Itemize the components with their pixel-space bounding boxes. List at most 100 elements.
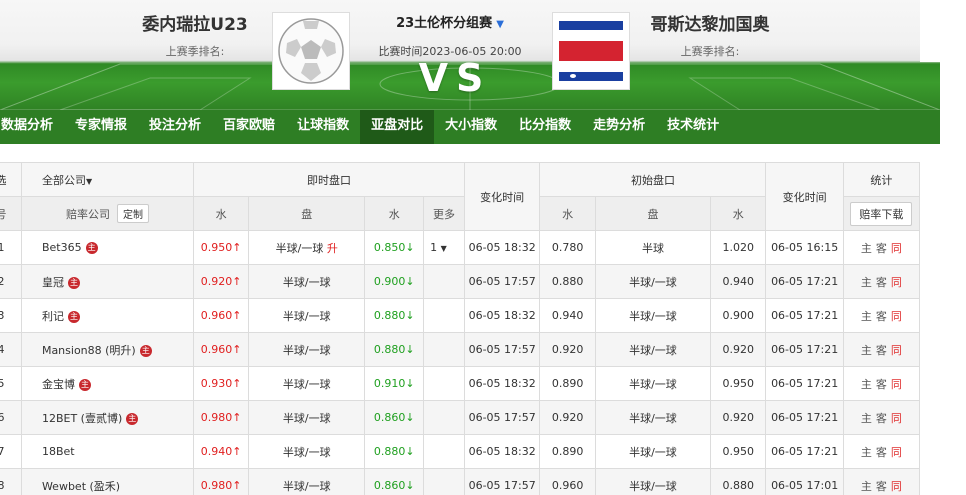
stat-home-link[interactable]: 主 [861, 242, 872, 255]
tab-over-under[interactable]: 大小指数 [434, 110, 508, 144]
company-cell[interactable]: 12BET (壹贰博) 主 [20, 400, 195, 435]
company-name[interactable]: Wewbet (盈禾) [42, 480, 120, 493]
table-row[interactable]: 2皇冠主0.920↑半球/一球0.900↓06-05 17:570.880半球/… [0, 264, 921, 299]
company-name[interactable]: Mansion88 (明升) [42, 344, 136, 357]
company-name[interactable]: 18Bet [42, 445, 75, 458]
live-handicap[interactable]: 半球/一球 [248, 264, 366, 299]
tab-expert-info[interactable]: 专家情报 [64, 110, 138, 144]
stat-away-link[interactable]: 客 [876, 310, 887, 323]
live-water-home[interactable]: 0.980↑ [193, 400, 250, 435]
stat-away-link[interactable]: 客 [876, 412, 887, 425]
stat-same-link[interactable]: 同 [891, 344, 902, 357]
customize-button[interactable]: 定制 [117, 204, 149, 223]
live-water-away[interactable]: 0.860↓ [364, 468, 425, 495]
live-water-home[interactable]: 0.960↑ [193, 332, 250, 367]
more-cell[interactable] [423, 264, 465, 299]
live-water-away[interactable]: 0.880↓ [364, 332, 425, 367]
away-team-name[interactable]: 哥斯达黎加国奥 [640, 10, 780, 35]
table-row[interactable]: 6 12BET (壹贰博) 主 0.980↑ 半球/一球 0.860↓ 06-05 17:5… [0, 400, 921, 435]
more-cell[interactable]: 1 ▼ [423, 230, 465, 265]
stat-away-link[interactable]: 客 [876, 446, 887, 459]
table-row[interactable]: 7 18Bet 0.940↑ 半球/一球 0.880↓ 06-05 18:32 0.890 半… [0, 434, 921, 469]
company-cell[interactable]: 金宝博主 [20, 366, 195, 401]
away-team[interactable]: 哥斯达黎加国奥 上赛季排名: [640, 10, 780, 59]
company-name[interactable]: 皇冠 [42, 276, 64, 289]
live-water-home[interactable]: 0.960↑ [193, 298, 250, 333]
stat-same-link[interactable]: 同 [891, 276, 902, 289]
stat-away-link[interactable]: 客 [876, 344, 887, 357]
live-water-away[interactable]: 0.850↓ [364, 230, 425, 265]
company-cell[interactable]: 皇冠主 [20, 264, 195, 299]
stat-same-link[interactable]: 同 [891, 242, 902, 255]
league-name[interactable]: 23土伦杯分组赛 [396, 16, 492, 31]
more-cell[interactable] [423, 400, 465, 435]
live-water-home[interactable]: 0.980↑ [193, 468, 250, 495]
company-filter-label[interactable]: 全部公司 [42, 174, 86, 187]
table-row[interactable]: 8 Wewbet (盈禾) 0.980↑ 半球/一球 0.860↓ 06-05 17:57… [0, 468, 921, 495]
stat-away-link[interactable]: 客 [876, 480, 887, 493]
live-water-away[interactable]: 0.860↓ [364, 400, 425, 435]
table-row[interactable]: 5金宝博主0.930↑半球/一球0.910↓06-05 18:320.890半球… [0, 366, 921, 401]
live-water-home[interactable]: 0.940↑ [193, 434, 250, 469]
tab-euro-odds[interactable]: 百家欧赔 [212, 110, 286, 144]
more-cell[interactable] [423, 434, 465, 469]
stat-same-link[interactable]: 同 [891, 378, 902, 391]
live-water-away[interactable]: 0.900↓ [364, 264, 425, 299]
stat-home-link[interactable]: 主 [861, 344, 872, 357]
stat-home-link[interactable]: 主 [861, 276, 872, 289]
live-handicap[interactable]: 半球/一球 [248, 298, 366, 333]
table-row[interactable]: 3利记主0.960↑半球/一球0.880↓06-05 18:320.940半球/… [0, 298, 921, 333]
live-water-home[interactable]: 0.950↑ [193, 230, 250, 265]
caret-down-icon[interactable]: ▼ [86, 177, 92, 186]
more-cell[interactable] [423, 468, 465, 495]
more-cell[interactable] [423, 332, 465, 367]
more-cell[interactable] [423, 298, 465, 333]
table-row[interactable]: 1Bet365主0.950↑半球/一球 升0.850↓1 ▼06-05 18:3… [0, 230, 921, 265]
live-water-away[interactable]: 0.910↓ [364, 366, 425, 401]
company-cell[interactable]: 18Bet [20, 434, 195, 469]
more-count[interactable]: 1 [430, 241, 437, 254]
live-handicap[interactable]: 半球/一球 [248, 434, 366, 469]
stat-home-link[interactable]: 主 [861, 412, 872, 425]
stat-home-link[interactable]: 主 [861, 310, 872, 323]
company-name[interactable]: 12BET (壹贰博) [42, 412, 122, 425]
tab-handicap-index[interactable]: 让球指数 [286, 110, 360, 144]
tab-data-analysis[interactable]: 数据分析 [0, 110, 64, 144]
chevron-down-icon[interactable]: ▼ [496, 19, 504, 30]
table-row[interactable]: 4Mansion88 (明升)主0.960↑半球/一球0.880↓06-05 1… [0, 332, 921, 367]
stat-same-link[interactable]: 同 [891, 412, 902, 425]
live-handicap[interactable]: 半球/一球 [248, 400, 366, 435]
company-cell[interactable]: Mansion88 (明升) 主 [20, 332, 195, 367]
company-name[interactable]: 利记 [42, 310, 64, 323]
company-cell[interactable]: Wewbet (盈禾) [20, 468, 195, 495]
company-cell[interactable]: Bet365 主 [20, 230, 195, 265]
company-name[interactable]: Bet365 [42, 241, 82, 254]
stat-away-link[interactable]: 客 [876, 378, 887, 391]
live-water-home[interactable]: 0.930↑ [193, 366, 250, 401]
home-team-name[interactable]: 委内瑞拉U23 [130, 10, 260, 35]
live-handicap[interactable]: 半球/一球 [248, 332, 366, 367]
live-handicap[interactable]: 半球/一球 [248, 366, 366, 401]
company-cell[interactable]: 利记主 [20, 298, 195, 333]
live-water-away[interactable]: 0.880↓ [364, 434, 425, 469]
stat-same-link[interactable]: 同 [891, 310, 902, 323]
tab-correct-score[interactable]: 比分指数 [508, 110, 582, 144]
caret-down-icon[interactable]: ▼ [441, 244, 447, 253]
league-selector[interactable]: 23土伦杯分组赛 ▼ [360, 12, 540, 31]
stat-same-link[interactable]: 同 [891, 446, 902, 459]
stat-same-link[interactable]: 同 [891, 480, 902, 493]
tab-asian-handicap[interactable]: 亚盘对比 [360, 110, 435, 144]
stat-home-link[interactable]: 主 [861, 446, 872, 459]
odds-download-button[interactable]: 赔率下载 [850, 201, 913, 226]
stat-away-link[interactable]: 客 [876, 242, 887, 255]
stat-home-link[interactable]: 主 [861, 480, 872, 493]
live-water-away[interactable]: 0.880↓ [364, 298, 425, 333]
tab-betting-analysis[interactable]: 投注分析 [138, 110, 212, 144]
company-name[interactable]: 金宝博 [42, 378, 75, 391]
live-handicap[interactable]: 半球/一球 升 [248, 230, 366, 265]
live-handicap[interactable]: 半球/一球 [248, 468, 366, 495]
live-water-home[interactable]: 0.920↑ [193, 264, 250, 299]
tab-trend-analysis[interactable]: 走势分析 [582, 110, 656, 144]
more-cell[interactable] [423, 366, 465, 401]
stat-home-link[interactable]: 主 [861, 378, 872, 391]
